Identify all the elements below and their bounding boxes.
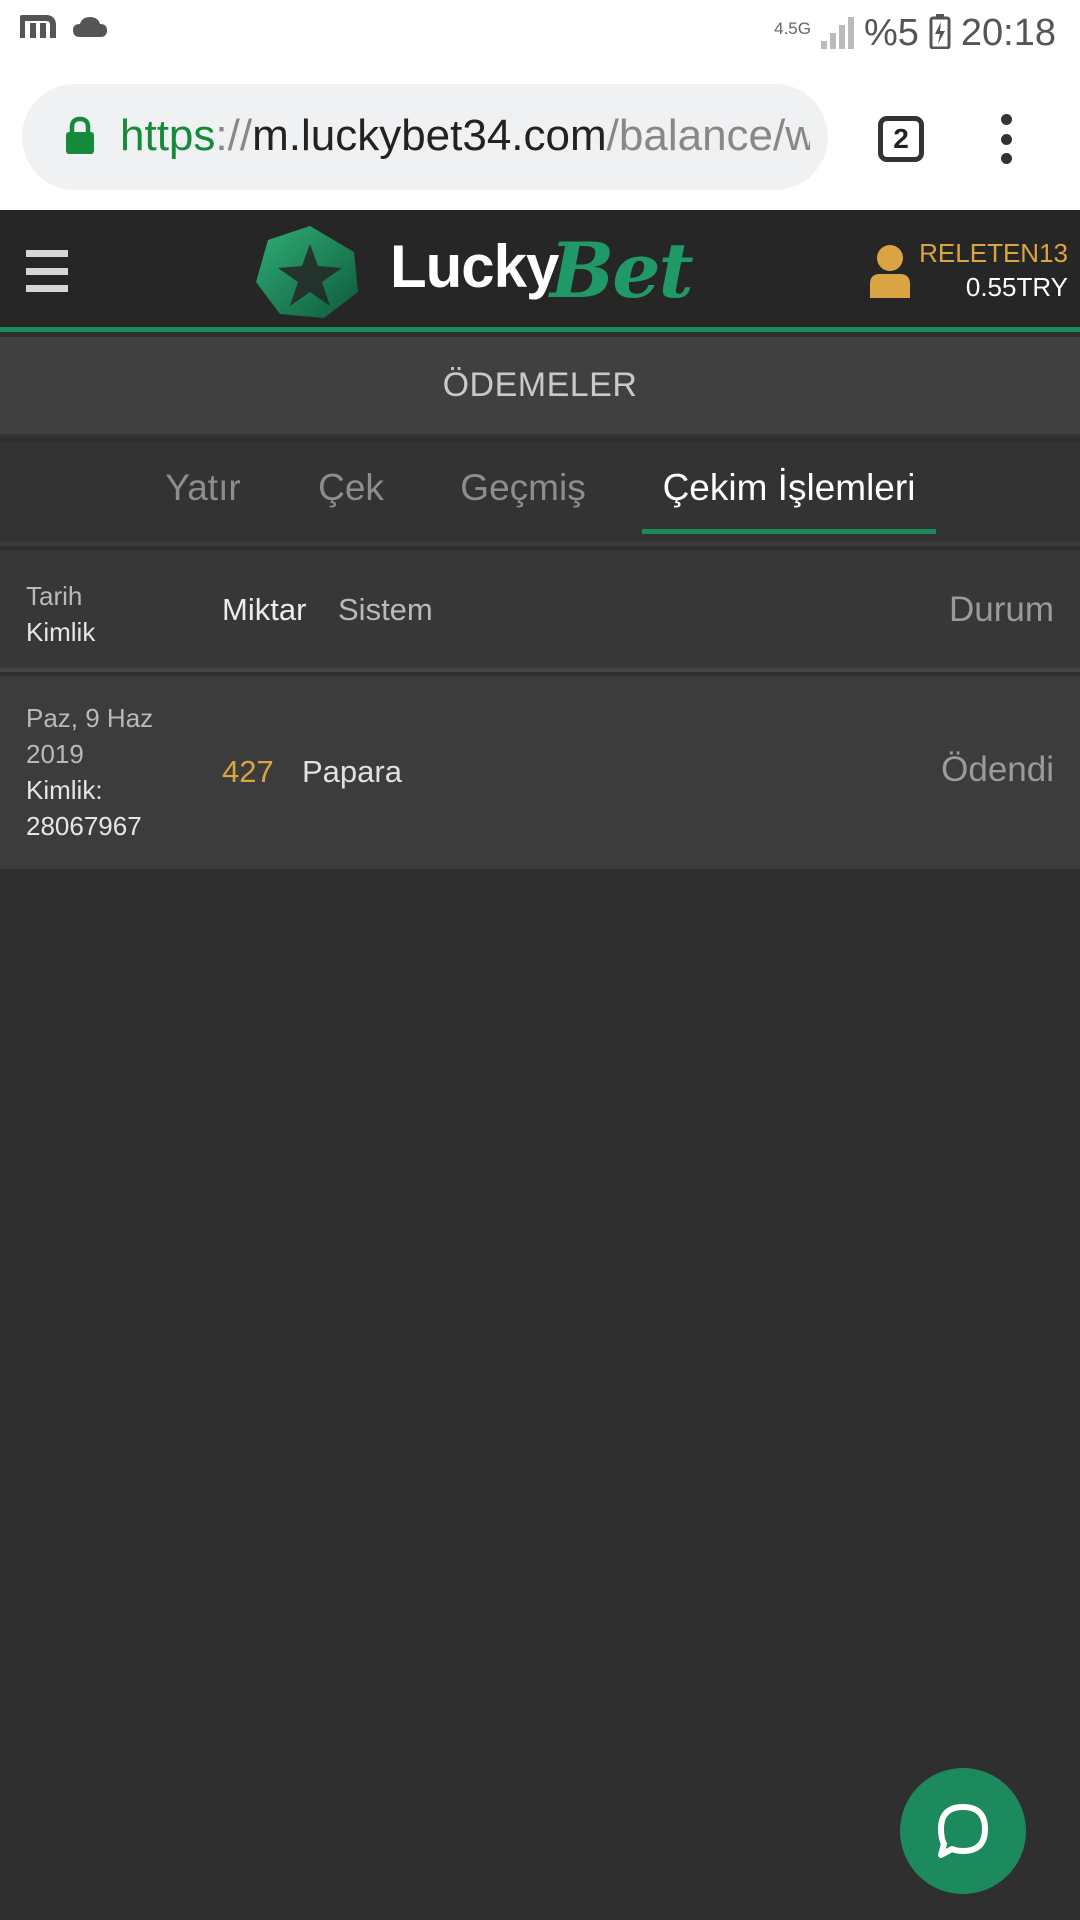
tab-withdrawal-transactions[interactable]: Çekim İşlemleri — [642, 442, 936, 542]
battery-charging-icon — [929, 13, 951, 54]
row-date-line2: 2019 — [26, 739, 84, 769]
tab-withdraw[interactable]: Çek — [306, 442, 396, 542]
status-right-icons: 4.5G %5 20:18 — [774, 8, 1056, 58]
signal-icon — [820, 17, 854, 49]
chat-bubble-icon — [938, 1804, 988, 1858]
live-chat-button[interactable] — [900, 1768, 1026, 1894]
browser-menu-icon[interactable] — [992, 114, 1020, 164]
cell-amount: 427 — [222, 754, 274, 789]
header-id-label: Kimlik — [26, 617, 96, 647]
user-icon[interactable] — [868, 244, 912, 305]
status-left-icons — [19, 14, 108, 45]
row-date-line1: Paz, 9 Haz — [26, 703, 154, 733]
header-date-label: Tarih — [26, 581, 83, 611]
network-type-label: 4.5G — [774, 18, 811, 38]
column-header-amount: Miktar — [222, 592, 307, 627]
tab-deposit[interactable]: Yatır — [148, 442, 258, 542]
site-logo[interactable]: Lucky Bet — [250, 222, 700, 322]
browser-toolbar: https://m.luckybet34.com/balance/w 2 — [0, 64, 1080, 210]
column-header-date: Tarih Kimlik — [26, 578, 95, 650]
table-header: Tarih Kimlik Miktar Sistem Durum — [0, 550, 1080, 672]
url-scheme: https — [120, 111, 216, 160]
cell-status: Ödendi — [941, 750, 1054, 789]
url-text[interactable]: https://m.luckybet34.com/balance/w — [120, 106, 810, 166]
url-separator: :// — [215, 111, 253, 160]
logo-text-lucky: Lucky — [390, 233, 559, 300]
status-bar: 4.5G %5 20:18 — [0, 0, 1080, 64]
row-id-value: 28067967 — [26, 811, 142, 841]
tab-switcher-button[interactable]: 2 — [878, 116, 924, 162]
lock-icon — [64, 116, 96, 161]
cell-system: Papara — [302, 754, 402, 789]
logo-text-bet: Bet — [550, 226, 694, 315]
battery-percentage: %5 — [863, 11, 919, 54]
tab-history[interactable]: Geçmiş — [448, 442, 598, 542]
address-bar[interactable]: https://m.luckybet34.com/balance/w — [22, 84, 828, 190]
column-header-system: Sistem — [338, 592, 433, 627]
cell-date-id: Paz, 9 Haz 2019 Kimlik: 28067967 — [26, 700, 196, 844]
table-row: Paz, 9 Haz 2019 Kimlik: 28067967 427 Pap… — [0, 676, 1080, 869]
m-app-icon — [19, 14, 56, 45]
clock: 20:18 — [960, 11, 1056, 54]
site-header: Lucky Bet RELETEN13 0.55TRY — [0, 210, 1080, 332]
username[interactable]: RELETEN13 — [919, 238, 1068, 269]
cloud-icon — [72, 15, 108, 44]
column-header-status: Durum — [948, 590, 1054, 629]
hamburger-menu-icon[interactable] — [26, 250, 68, 292]
payment-tabs: Yatır Çek Geçmiş Çekim İşlemleri — [0, 442, 1080, 546]
account-balance: 0.55TRY — [965, 272, 1068, 302]
logo-emblem-icon — [256, 226, 358, 318]
url-host: m.luckybet34.com — [252, 111, 607, 160]
row-id-label: Kimlik: — [26, 775, 103, 805]
url-path: /balance/w — [606, 111, 810, 160]
page-title: ÖDEMELER — [0, 337, 1080, 438]
